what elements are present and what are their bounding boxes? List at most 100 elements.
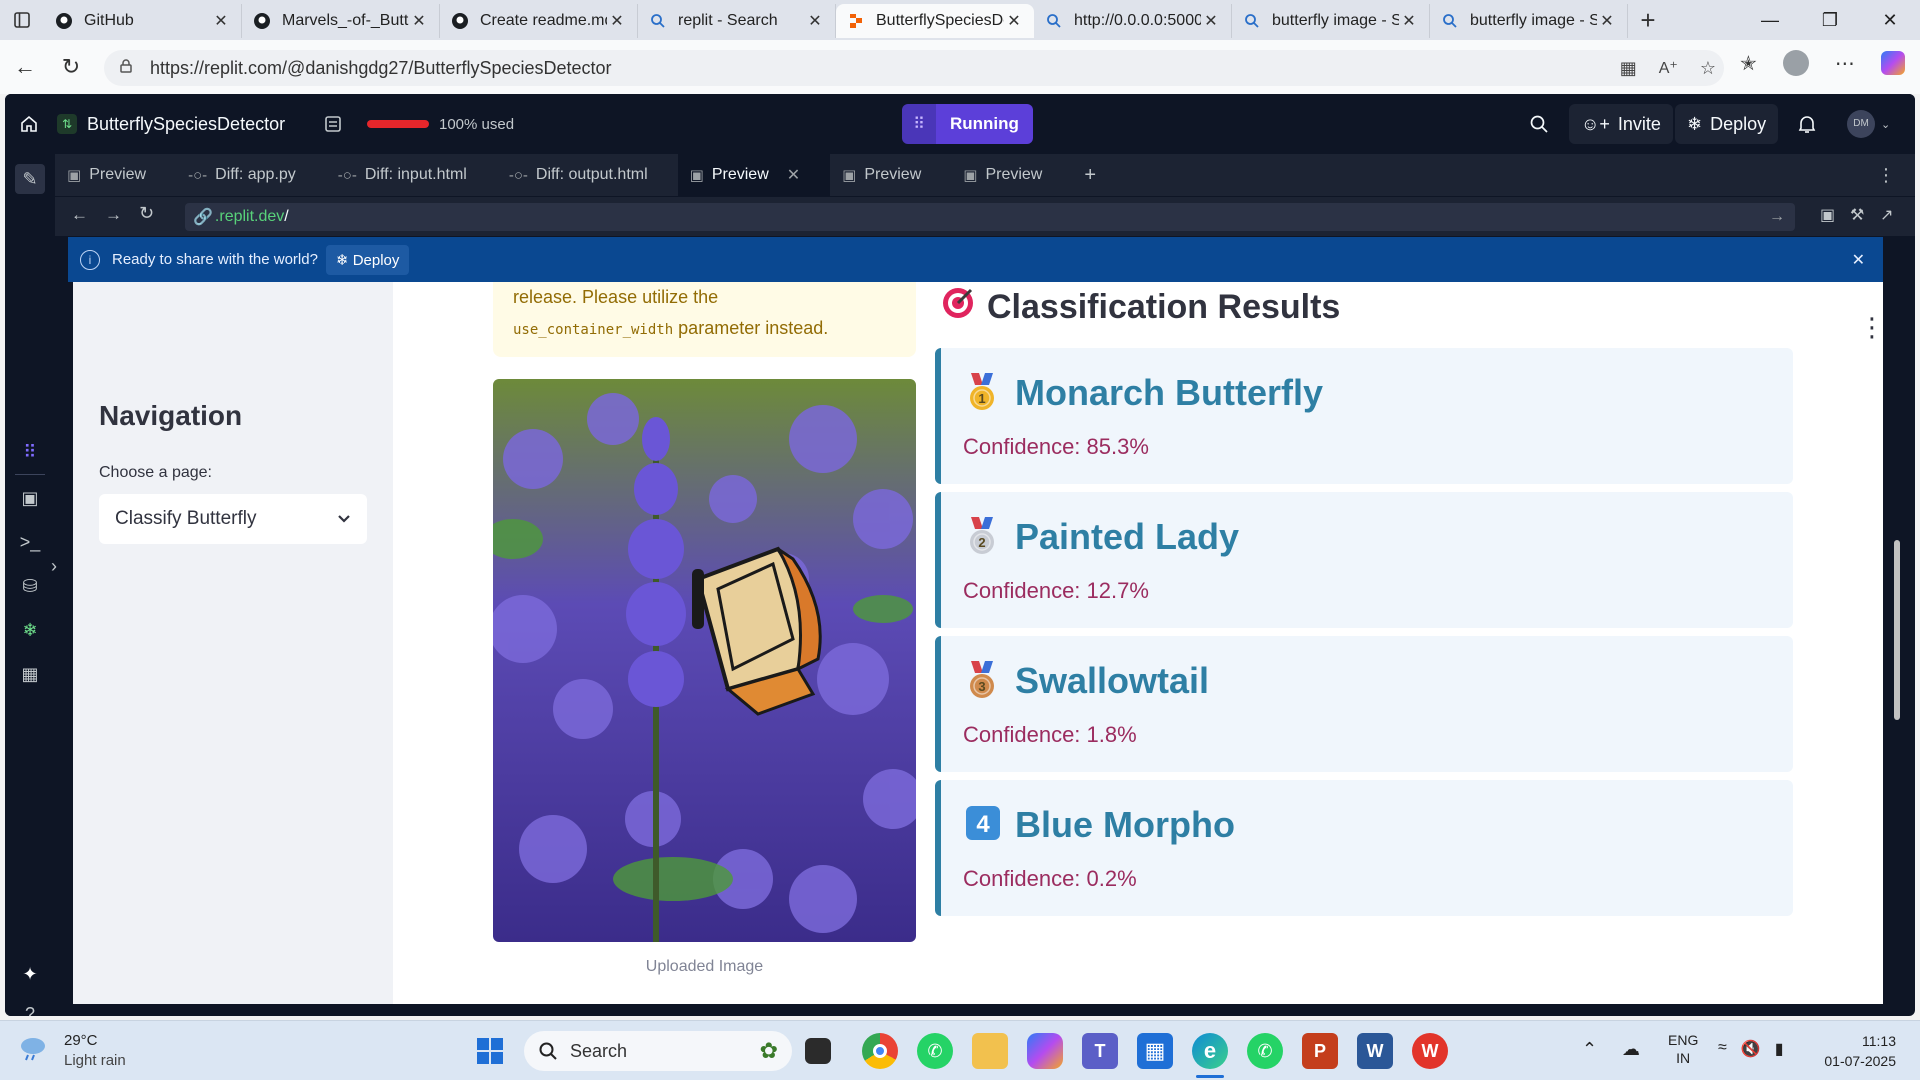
close-tab-icon[interactable]: ✕ [607, 11, 627, 31]
add-tab-button[interactable]: + [1072, 154, 1108, 196]
preview-back-icon[interactable]: ← [71, 205, 88, 225]
store-icon[interactable]: ▦ [1137, 1033, 1173, 1069]
whatsapp-icon[interactable]: ✆ [917, 1033, 953, 1069]
browser-tab[interactable]: GitHub ✕ [44, 4, 242, 38]
species-name: Painted Lady [1015, 516, 1240, 557]
language-indicator[interactable]: ENG IN [1668, 1031, 1698, 1067]
start-button[interactable] [472, 1033, 508, 1069]
agent-icon[interactable]: ⠿ [18, 440, 42, 464]
more-menu-icon[interactable]: ⋯ [1835, 51, 1855, 76]
user-avatar[interactable]: DM ⌄ [1847, 94, 1890, 154]
favorite-star-icon[interactable]: ☆ [1700, 58, 1716, 79]
home-icon[interactable] [19, 94, 39, 154]
task-view-icon[interactable] [805, 1038, 831, 1064]
copilot-app-icon[interactable] [1027, 1033, 1063, 1069]
back-icon[interactable]: ← [2, 54, 48, 80]
browser-tab[interactable]: http://0.0.0.0:5000 ✕ [1034, 4, 1232, 38]
banner-deploy-button[interactable]: ❄ Deploy [325, 244, 410, 275]
run-button[interactable]: ⠿ Running [902, 104, 1033, 144]
editor-tab[interactable]: ▣ Preview [951, 154, 1072, 196]
shell-icon[interactable]: >_ [18, 530, 42, 554]
element-menu-icon[interactable]: ⋮ [1859, 312, 1883, 343]
all-tools-icon[interactable]: ▦ [18, 662, 42, 686]
close-window-button[interactable]: ✕ [1860, 0, 1920, 40]
onedrive-icon[interactable]: ☁ [1622, 1039, 1640, 1060]
browser-tab[interactable]: Marvels_-of-_Butte ✕ [242, 4, 440, 38]
close-tab-icon[interactable]: ✕ [211, 11, 231, 31]
close-tab-icon[interactable]: ✕ [1597, 11, 1617, 31]
replit-icon [846, 11, 866, 31]
close-tab-icon[interactable]: ✕ [805, 11, 825, 31]
expand-chevron-icon[interactable]: › [49, 554, 59, 578]
powerpoint-icon[interactable]: P [1302, 1033, 1338, 1069]
chrome-icon[interactable] [862, 1033, 898, 1069]
close-tab-icon[interactable]: ✕ [787, 165, 800, 185]
editor-tab[interactable]: -○- Diff: app.py [176, 154, 326, 196]
webview-icon[interactable]: ▣ [18, 486, 42, 510]
tab-options-icon[interactable]: ⋮ [1877, 165, 1915, 186]
show-hidden-icons[interactable]: ⌃ [1582, 1039, 1597, 1060]
editor-tab-row: ▣ Preview -○- Diff: app.py -○- Diff: input.ht… [55, 154, 1915, 196]
deploy-button[interactable]: ❄ Deploy [1675, 104, 1779, 144]
browser-tab[interactable]: ButterflySpeciesDe ✕ [836, 4, 1034, 38]
preview-url-field[interactable]: 🔗 .replit.dev / → [185, 203, 1795, 231]
weather-widget[interactable] [18, 1033, 48, 1068]
close-tab-icon[interactable]: ✕ [1004, 11, 1024, 31]
word-icon[interactable]: W [1357, 1033, 1393, 1069]
help-icon[interactable]: ? [18, 1002, 42, 1017]
taskbar-search[interactable]: Search ✿ [524, 1031, 792, 1071]
editor-tab[interactable]: -○- Diff: input.html [326, 154, 497, 196]
devtools-icon[interactable]: ⚒ [1850, 205, 1864, 225]
project-name[interactable]: ButterflySpeciesDetector [87, 94, 285, 154]
page-select[interactable]: Classify Butterfly [99, 494, 367, 544]
sparkle-icon[interactable]: ✦ [18, 962, 42, 986]
invite-button[interactable]: ☺+ Invite [1569, 104, 1673, 144]
deployments-icon[interactable]: ❄ [18, 618, 42, 642]
reload-icon[interactable]: ↻ [48, 54, 94, 80]
read-aloud-icon[interactable]: A⁺ [1659, 58, 1678, 78]
clock[interactable]: 11:13 01-07-2025 [1818, 1031, 1896, 1071]
profile-avatar-icon[interactable] [1782, 50, 1809, 76]
notifications-icon[interactable] [1798, 94, 1816, 154]
browser-tab[interactable]: butterfly image - S ✕ [1430, 4, 1628, 38]
site-info-icon[interactable] [118, 58, 138, 78]
wps-office-icon[interactable]: W [1412, 1033, 1448, 1069]
preview-reload-icon[interactable]: ↻ [139, 203, 154, 224]
usage-meter[interactable]: 100% used [367, 94, 514, 154]
go-arrow-icon[interactable]: → [1769, 208, 1785, 226]
species-name-row: 1 Monarch Butterfly [965, 372, 1323, 414]
system-tray[interactable]: ≈ 🔇 ▮ [1718, 1039, 1784, 1059]
browser-tab[interactable]: butterfly image - S ✕ [1232, 4, 1430, 38]
open-new-tab-icon[interactable]: ↗ [1880, 205, 1893, 225]
restore-button[interactable]: ❐ [1800, 0, 1860, 40]
new-tab-button[interactable]: + [1628, 0, 1668, 40]
address-bar[interactable]: https://replit.com/@danishgdg27/Butterfl… [104, 50, 1724, 86]
favorites-icon[interactable]: ✭ [1740, 51, 1757, 76]
copilot-icon[interactable] [1880, 51, 1905, 75]
search-icon[interactable] [1529, 94, 1549, 154]
minimize-button[interactable]: — [1740, 0, 1800, 40]
preview-pane-icon[interactable]: ✎ [15, 164, 45, 194]
weather-temp: 29°C [64, 1032, 98, 1049]
project-info-icon[interactable] [323, 94, 343, 154]
browser-tab[interactable]: replit - Search ✕ [638, 4, 836, 38]
close-banner-icon[interactable]: ✕ [1852, 250, 1865, 270]
file-explorer-icon[interactable] [972, 1033, 1008, 1069]
editor-tab[interactable]: ▣ Preview [830, 154, 951, 196]
preview-scrollbar[interactable] [1890, 285, 1904, 1007]
preview-forward-icon[interactable]: → [105, 205, 122, 225]
tab-actions-icon[interactable] [0, 0, 44, 40]
browser-tab[interactable]: Create readme.md ✕ [440, 4, 638, 38]
device-view-icon[interactable]: ▣ [1820, 205, 1835, 225]
editor-tab[interactable]: ▣ Preview ✕ [677, 154, 831, 196]
editor-tab[interactable]: -○- Diff: output.html [497, 154, 678, 196]
whatsapp-icon[interactable]: ✆ [1247, 1033, 1283, 1069]
close-tab-icon[interactable]: ✕ [409, 11, 429, 31]
teams-icon[interactable]: T [1082, 1033, 1118, 1069]
edge-icon[interactable]: e [1192, 1033, 1228, 1069]
editor-tab[interactable]: ▣ Preview [55, 154, 176, 196]
close-tab-icon[interactable]: ✕ [1399, 11, 1419, 31]
close-tab-icon[interactable]: ✕ [1201, 11, 1221, 31]
database-icon[interactable]: ⛁ [18, 574, 42, 598]
app-available-icon[interactable]: ▦ [1620, 58, 1637, 79]
